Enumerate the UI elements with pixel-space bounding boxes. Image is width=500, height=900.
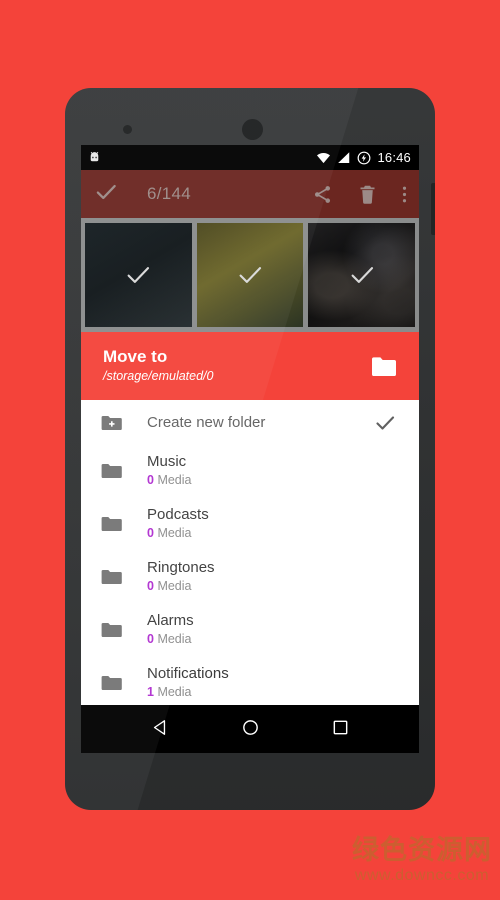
front-camera-dot <box>242 119 263 140</box>
media-count: 0 <box>147 631 154 646</box>
move-to-title: Move to <box>103 347 168 367</box>
media-unit: Media <box>157 525 192 540</box>
signal-icon <box>337 151 351 164</box>
list-item[interactable]: Notifications 1 Media <box>81 656 419 705</box>
media-count: 0 <box>147 472 154 487</box>
nav-back-button[interactable] <box>151 718 170 737</box>
list-item-title: Podcasts <box>147 505 209 523</box>
media-count: 0 <box>147 578 154 593</box>
list-item[interactable]: Podcasts 0 Media <box>81 497 419 550</box>
more-vert-icon[interactable] <box>402 184 407 205</box>
list-item[interactable]: Alarms 0 Media <box>81 603 419 656</box>
list-item-title: Notifications <box>147 664 229 682</box>
media-count: 0 <box>147 525 154 540</box>
watermark-brand: 绿色资源网 <box>352 835 492 865</box>
list-item-subtitle: 1 Media <box>147 685 229 701</box>
folder-icon <box>101 675 126 691</box>
check-icon <box>347 260 377 290</box>
share-icon[interactable] <box>312 184 333 205</box>
robot-head-icon <box>88 151 101 164</box>
trash-icon[interactable] <box>357 184 378 205</box>
status-bar: 16:46 <box>81 145 419 170</box>
thumbnail-2[interactable] <box>196 223 304 327</box>
move-to-header: Move to /storage/emulated/0 <box>81 332 419 400</box>
check-icon <box>123 260 153 290</box>
confirm-selection-button[interactable] <box>93 179 119 210</box>
list-item-text: Notifications 1 Media <box>147 665 229 700</box>
list-item[interactable]: Ringtones 0 Media <box>81 550 419 603</box>
status-bar-right: 16:46 <box>316 150 411 165</box>
list-item-text: Music 0 Media <box>147 453 191 488</box>
selected-media-strip <box>81 218 419 332</box>
move-to-path: /storage/emulated/0 <box>103 368 214 383</box>
watermark: 绿色资源网 www.downcc.com <box>352 837 492 884</box>
create-new-folder-text: Create new folder <box>147 414 265 433</box>
nav-home-button[interactable] <box>241 718 260 737</box>
list-item[interactable]: Music 0 Media <box>81 444 419 497</box>
destination-folder-list: Create new folder Music 0 Media Podcasts… <box>81 400 419 705</box>
selection-action-bar: 6/144 <box>81 170 419 218</box>
list-item-subtitle: 0 Media <box>147 473 191 489</box>
list-item-subtitle: 0 Media <box>147 526 209 542</box>
watermark-url: www.downcc.com <box>354 867 490 884</box>
nav-recents-button[interactable] <box>331 718 350 737</box>
media-unit: Media <box>157 472 192 487</box>
media-unit: Media <box>157 578 192 593</box>
status-bar-left <box>88 151 101 164</box>
system-navigation-bar <box>81 705 419 750</box>
thumbnail-3[interactable] <box>308 223 416 327</box>
proximity-sensor-dot <box>123 125 132 134</box>
list-item-text: Alarms 0 Media <box>147 612 194 647</box>
phone-screen: 16:46 6/144 Move to /storage/emulated/0 … <box>81 145 419 753</box>
folder-icon <box>101 516 126 532</box>
phone-device-frame: 16:46 6/144 Move to /storage/emulated/0 … <box>65 88 435 810</box>
toolbar-actions <box>312 184 407 205</box>
check-icon[interactable] <box>373 411 397 435</box>
folder-icon <box>101 622 126 638</box>
wifi-icon <box>316 151 331 164</box>
folder-icon[interactable] <box>371 356 397 377</box>
status-bar-clock: 16:46 <box>377 150 411 165</box>
list-item-text: Podcasts 0 Media <box>147 506 209 541</box>
charging-bolt-icon <box>357 151 371 165</box>
folder-icon <box>101 463 126 479</box>
media-unit: Media <box>157 631 192 646</box>
media-unit: Media <box>157 684 192 699</box>
list-item-title: Alarms <box>147 611 194 629</box>
list-item-title: Ringtones <box>147 558 215 576</box>
folder-add-icon <box>101 415 126 431</box>
check-icon <box>235 260 265 290</box>
create-new-folder-label: Create new folder <box>147 413 266 431</box>
list-item-subtitle: 0 Media <box>147 632 194 648</box>
list-item-title: Music <box>147 452 187 470</box>
selection-count-label: 6/144 <box>147 184 192 203</box>
media-count: 1 <box>147 684 154 699</box>
list-item-subtitle: 0 Media <box>147 579 215 595</box>
power-button[interactable] <box>431 183 435 235</box>
thumbnail-1[interactable] <box>85 223 192 327</box>
create-new-folder-row[interactable]: Create new folder <box>81 400 419 444</box>
folder-icon <box>101 569 126 585</box>
list-item-text: Ringtones 0 Media <box>147 559 215 594</box>
move-to-text-group: Move to /storage/emulated/0 <box>103 347 214 384</box>
